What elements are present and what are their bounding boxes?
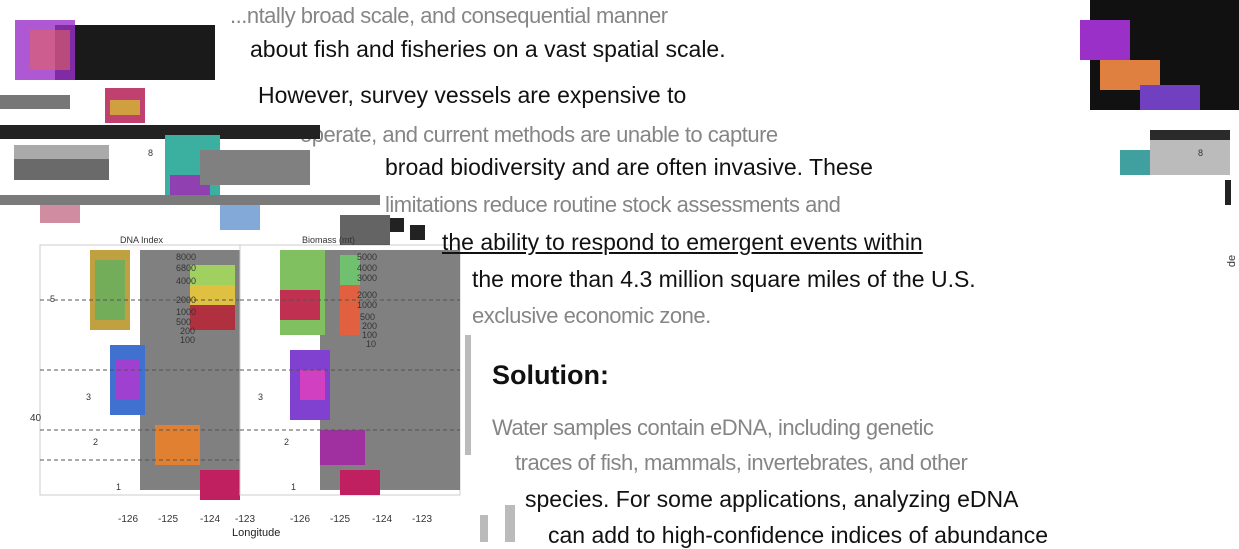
- biomass-tick-1: 4000: [357, 263, 378, 273]
- map-top-right-fragment: [1080, 0, 1239, 175]
- zone-label-1: 1: [116, 482, 122, 492]
- map-panel-dna: [39, 244, 241, 500]
- zone-label-2: 2: [93, 437, 99, 447]
- zone-label-8b: 8: [1198, 148, 1204, 158]
- zone-label-3b: 3: [258, 392, 264, 402]
- biomass-tick-2: 3000: [357, 273, 378, 283]
- map-panel-biomass: [239, 244, 461, 496]
- dna-tick-1: 6800: [176, 263, 197, 273]
- right-edge-label: de: [1226, 254, 1239, 268]
- solution-line-3: species. For some applications, analyzin…: [525, 486, 1019, 512]
- text-line-8: the more than 4.3 million square miles o…: [472, 266, 976, 292]
- solution-line-2: traces of fish, mammals, invertebrates, …: [515, 450, 968, 475]
- xtick-b3: -123: [412, 514, 433, 525]
- dna-tick-0: 8000: [176, 252, 197, 262]
- xtick-a3: -123: [235, 514, 256, 525]
- solution-line-4: can add to high-confidence indices of ab…: [548, 522, 1048, 548]
- biomass-tick-8: 10: [366, 339, 377, 349]
- xtick-b1: -125: [330, 514, 351, 525]
- dna-tick-7: 100: [180, 335, 196, 345]
- xtick-a0: -126: [118, 514, 139, 525]
- zone-label-5: 5: [50, 294, 56, 304]
- text-line-6: limitations reduce routine stock assessm…: [385, 192, 841, 217]
- dna-tick-3: 2000: [176, 295, 197, 305]
- solution-heading: Solution:: [492, 360, 609, 390]
- zone-label-1b: 1: [291, 482, 297, 492]
- xtick-b0: -126: [290, 514, 311, 525]
- dna-tick-2: 4000: [176, 276, 197, 286]
- xtick-a1: -125: [158, 514, 179, 525]
- text-line-9: exclusive economic zone.: [472, 303, 711, 328]
- zone-label-3: 3: [86, 392, 92, 402]
- text-line-3: However, survey vessels are expensive to: [258, 82, 687, 108]
- text-line-4: operate, and current methods are unable …: [300, 122, 778, 147]
- biomass-tick-0: 5000: [357, 252, 378, 262]
- biomass-tick-3: 2000: [357, 290, 378, 300]
- solution-line-1: Water samples contain eDNA, including ge…: [492, 415, 934, 440]
- xaxis-title: Longitude: [232, 527, 281, 539]
- biomass-tick-4: 1000: [357, 300, 378, 310]
- text-line-1: ...ntally broad scale, and consequential…: [230, 3, 668, 28]
- xtick-b2: -124: [372, 514, 393, 525]
- zone-label-8: 8: [148, 148, 154, 158]
- zone-label-2b: 2: [284, 437, 290, 447]
- biomass-label: Biomass (mt): [302, 235, 356, 245]
- text-line-7: the ability to respond to emergent event…: [442, 229, 923, 255]
- text-line-2: about fish and fisheries on a vast spati…: [250, 36, 726, 62]
- text-line-5: broad biodiversity and are often invasiv…: [385, 154, 873, 180]
- ytick-40: 40: [30, 413, 42, 424]
- xtick-a2: -124: [200, 514, 221, 525]
- dna-tick-4: 1000: [176, 307, 197, 317]
- dna-index-label: DNA Index: [120, 235, 164, 245]
